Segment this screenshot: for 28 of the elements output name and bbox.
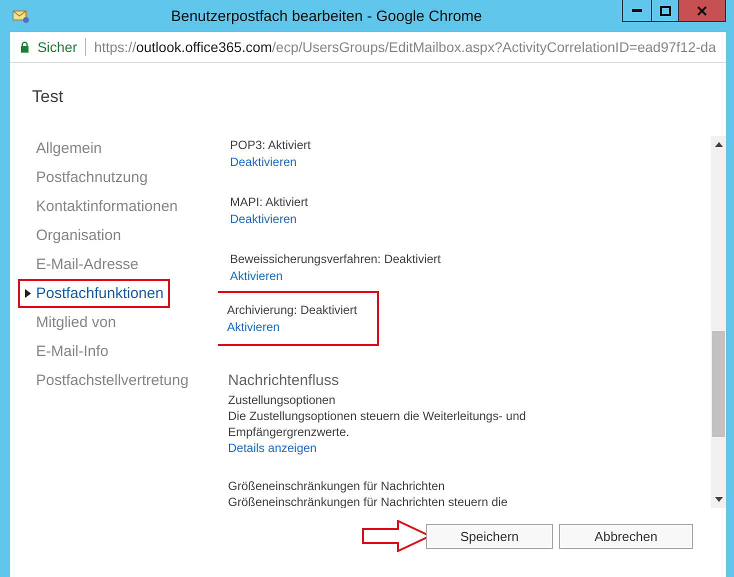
window-title: Benutzerpostfach bearbeiten - Google Chrome xyxy=(170,8,483,24)
toggle-link[interactable]: Aktivieren xyxy=(227,320,280,334)
nav-item[interactable]: Mitglied von xyxy=(18,308,122,337)
nav-item[interactable]: Kontaktinformationen xyxy=(18,192,184,221)
status-label: MAPI: Aktiviert xyxy=(230,195,308,209)
url-text[interactable]: https://outlook.office365.com/ecp/UsersGroups/EditMailbox.aspx?ActivityCorrelationID=ead97f12-da xyxy=(94,39,716,55)
nav-item[interactable]: Postfachnutzung xyxy=(18,163,154,192)
page-title: Test xyxy=(32,87,64,107)
details-link[interactable]: Details anzeigen xyxy=(228,441,317,455)
nav-item[interactable]: Postfachstellvertretung xyxy=(18,366,195,395)
section-heading: Nachrichtenfluss xyxy=(228,372,340,389)
toggle-link[interactable]: Aktivieren xyxy=(230,269,283,283)
nav-item[interactable]: Allgemein xyxy=(18,134,108,163)
toggle-link[interactable]: Deaktivieren xyxy=(230,155,297,169)
nav-item[interactable]: E-Mail-Info xyxy=(18,337,115,366)
toggle-link[interactable]: Deaktivieren xyxy=(230,212,297,226)
option-description: Die Zustellungsoptionen steuern die Weiterleitungs- und Empfängergrenzwerte. xyxy=(228,408,527,440)
nav-item[interactable]: Organisation xyxy=(18,221,128,250)
save-button[interactable]: Speichern xyxy=(426,524,553,548)
nav-item[interactable]: E-Mail-Adresse xyxy=(18,250,145,279)
secure-label: Sicher xyxy=(37,39,78,55)
cancel-button[interactable]: Abbrechen xyxy=(559,524,693,548)
status-label: POP3: Aktiviert xyxy=(230,138,311,152)
option-title: Zustellungsoptionen xyxy=(228,393,336,407)
nav-item[interactable]: Postfachfunktionen xyxy=(18,279,170,308)
status-label: Beweissicherungsverfahren: Deaktiviert xyxy=(230,252,441,266)
option-title: Größeneinschränkungen für Nachrichten xyxy=(228,479,446,493)
status-label: Archivierung: Deaktiviert xyxy=(227,303,358,317)
